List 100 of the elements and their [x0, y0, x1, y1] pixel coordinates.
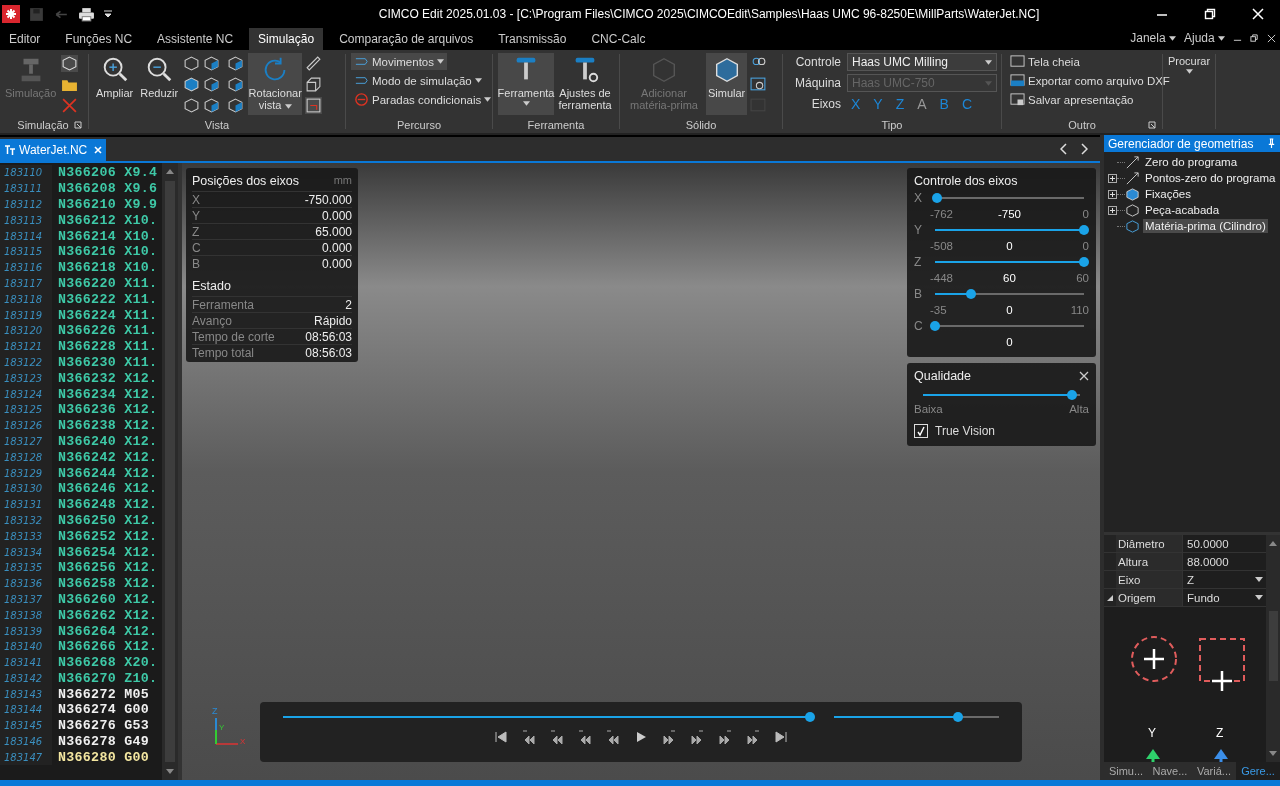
toolpath-menu-button[interactable]: Paradas condicionais [351, 91, 495, 108]
dialog-launcher-icon[interactable] [1148, 121, 1156, 129]
slider-thumb[interactable] [965, 289, 976, 299]
ribbon-tab[interactable]: Comparação de arquivos [330, 28, 483, 50]
solid-button[interactable]: Simular [706, 53, 748, 115]
menu-dropdown[interactable]: Ajuda [1179, 31, 1229, 50]
tree-item[interactable]: Pontos-zero do programa [1143, 171, 1278, 185]
code-line: N366260 X12. [57, 591, 158, 607]
ribbon-command[interactable]: Salvar apresentação [1007, 91, 1137, 108]
play-icon[interactable] [634, 730, 648, 744]
slider-thumb[interactable] [952, 712, 963, 722]
property-value[interactable]: 50.0000 [1182, 535, 1266, 552]
ribbon-command[interactable]: Tela cheia [1007, 53, 1083, 70]
code-line: N366276 G53 [57, 718, 150, 734]
restore-icon[interactable] [1250, 34, 1259, 43]
scroll-up-icon[interactable] [165, 167, 175, 175]
axis-toggle[interactable]: A [917, 96, 927, 112]
ribbon-tab[interactable]: Assistente NC [148, 28, 243, 50]
cube-icon[interactable] [61, 55, 79, 72]
axis-label: B [914, 287, 922, 301]
box-icon[interactable] [305, 76, 323, 93]
caret-icon [1185, 69, 1193, 74]
ruler-icon[interactable] [305, 55, 323, 72]
view-cube-icon[interactable] [203, 97, 221, 114]
ribbon-tab[interactable]: Simulação [249, 28, 324, 50]
chevron-right-icon[interactable] [1080, 143, 1088, 155]
restore-icon[interactable] [1204, 8, 1216, 20]
view-cube-icon[interactable] [203, 55, 221, 72]
skip-start-icon[interactable] [494, 730, 508, 744]
tree-item[interactable]: Fixações [1143, 187, 1194, 201]
geometry-icon [1125, 154, 1140, 170]
fast-forward-icon[interactable] [662, 730, 676, 744]
tree-item[interactable]: Zero do programa [1143, 155, 1240, 169]
tool-button[interactable]: Ferramenta [498, 53, 554, 115]
slider-thumb[interactable] [805, 712, 815, 722]
cube-icon[interactable] [183, 97, 201, 114]
tool-button[interactable]: Ajustes de ferramenta [557, 53, 613, 115]
toolpath-menu-button[interactable]: Modo de simulação [351, 72, 485, 89]
slider-thumb[interactable] [1079, 225, 1089, 235]
ribbon-tab[interactable]: Transmissão [489, 28, 576, 50]
print-icon[interactable] [78, 5, 95, 23]
preview-icon[interactable] [750, 76, 768, 93]
panel-tab[interactable]: Variá... [1192, 762, 1236, 780]
expand-icon[interactable] [1108, 189, 1117, 199]
panel-tab[interactable]: Gere... [1236, 762, 1280, 780]
cube-icon[interactable] [183, 55, 201, 72]
panel-tab[interactable]: Simu... [1104, 762, 1148, 780]
fast-forward-icon[interactable] [690, 730, 704, 744]
min-label: Baixa [914, 403, 944, 415]
section-icon[interactable] [305, 97, 323, 114]
machine-dropdown[interactable]: Haas UMC Milling [847, 53, 997, 71]
max-value: 0 [1081, 208, 1089, 220]
pin-icon[interactable] [1267, 138, 1276, 149]
chevron-left-icon[interactable] [1060, 143, 1068, 155]
property-value[interactable]: 88.0000 [1182, 553, 1266, 570]
caret-icon [985, 59, 992, 65]
close-icon[interactable] [1079, 371, 1089, 381]
menu-dropdown[interactable]: Janela [1126, 31, 1180, 50]
scroll-down-icon[interactable] [165, 768, 175, 776]
scroll-up-icon[interactable] [1268, 539, 1278, 547]
fast-forward-icon[interactable] [718, 730, 732, 744]
skip-end-icon[interactable] [774, 730, 788, 744]
property-dropdown[interactable]: Z [1182, 571, 1266, 588]
checkbox[interactable] [914, 424, 928, 438]
toolpath-menu-button[interactable]: Movimentos [351, 53, 447, 70]
tree-item[interactable]: Matéria-prima (Cilindro) [1143, 219, 1268, 233]
simulation-viewport[interactable] [178, 163, 1100, 780]
slider-thumb[interactable] [1079, 257, 1089, 267]
rewind-icon[interactable] [578, 730, 592, 744]
zoom-button[interactable]: Ampliar [94, 53, 136, 115]
rewind-icon[interactable] [550, 730, 564, 744]
cube-icon[interactable] [183, 76, 201, 93]
view-cube-icon[interactable] [227, 55, 245, 72]
ribbon-tab[interactable]: CNC-Calc [582, 28, 655, 50]
property-dropdown[interactable]: Fundo [1182, 589, 1266, 606]
slider-thumb[interactable] [930, 321, 940, 331]
tree-item[interactable]: Peça-acabada [1143, 203, 1222, 217]
ribbon-tab[interactable]: Funções NC [56, 28, 142, 50]
collapse-icon[interactable] [1107, 594, 1113, 601]
scrollbar[interactable] [162, 163, 178, 780]
zoom-button[interactable]: Reduzir [138, 53, 181, 115]
rotate-view-button[interactable]: Rotacionar vista [248, 53, 303, 115]
scroll-down-icon[interactable] [1268, 750, 1278, 758]
view-cube-icon[interactable] [203, 76, 221, 93]
rewind-icon[interactable] [522, 730, 536, 744]
ribbon-tab[interactable]: Editor [0, 28, 50, 50]
dialog-launcher-icon[interactable] [74, 121, 82, 129]
expand-icon[interactable] [1108, 205, 1117, 215]
customize-caret-icon[interactable] [103, 9, 113, 19]
view-cube-icon[interactable] [227, 97, 245, 114]
max-value: 0 [1081, 240, 1089, 252]
panel-tab[interactable]: Nave... [1148, 762, 1192, 780]
rewind-icon[interactable] [606, 730, 620, 744]
slider-thumb[interactable] [1067, 390, 1078, 400]
scrollbar[interactable] [1266, 535, 1280, 762]
slider-thumb[interactable] [932, 193, 943, 203]
expand-icon[interactable] [1108, 173, 1117, 183]
document-tab[interactable]: WaterJet.NC [0, 139, 107, 161]
fast-forward-icon[interactable] [746, 730, 760, 744]
view-cube-icon[interactable] [227, 76, 245, 93]
